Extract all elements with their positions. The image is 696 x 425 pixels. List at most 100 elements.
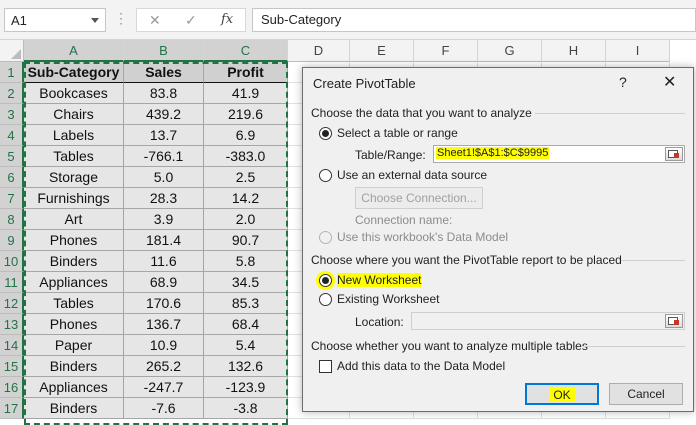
table-cell[interactable]: 219.6 <box>204 104 288 125</box>
table-cell[interactable]: 136.7 <box>124 314 204 335</box>
table-cell[interactable]: Phones <box>24 314 124 335</box>
row-header[interactable]: 2 <box>0 83 24 104</box>
table-cell[interactable]: Furnishings <box>24 188 124 209</box>
table-cell[interactable]: 5.0 <box>124 167 204 188</box>
row-header[interactable]: 5 <box>0 146 24 167</box>
insert-function-icon[interactable]: fx <box>221 12 233 27</box>
table-cell[interactable]: Paper <box>24 335 124 356</box>
close-icon[interactable]: ✕ <box>663 72 676 92</box>
table-cell[interactable]: Art <box>24 209 124 230</box>
row-header[interactable]: 9 <box>0 230 24 251</box>
table-cell[interactable]: Binders <box>24 398 124 419</box>
range-select-icon[interactable] <box>665 147 683 161</box>
column-header-d[interactable]: D <box>288 40 350 62</box>
table-range-input[interactable]: Sheet1!$A$1:$C$9995 <box>433 145 685 163</box>
select-all-corner[interactable] <box>0 40 24 62</box>
table-cell[interactable]: 90.7 <box>204 230 288 251</box>
new-worksheet-radio[interactable] <box>319 274 332 287</box>
existing-worksheet-label[interactable]: Existing Worksheet <box>337 292 440 306</box>
table-cell[interactable]: 2.0 <box>204 209 288 230</box>
add-data-model-checkbox[interactable] <box>319 360 332 373</box>
row-header[interactable]: 10 <box>0 251 24 272</box>
row-header[interactable]: 17 <box>0 398 24 419</box>
formula-input[interactable]: Sub-Category <box>252 8 696 32</box>
table-cell[interactable]: 11.6 <box>124 251 204 272</box>
column-header-b[interactable]: B <box>124 40 204 62</box>
table-cell[interactable]: -7.6 <box>124 398 204 419</box>
row-header[interactable]: 8 <box>0 209 24 230</box>
ok-button[interactable]: OK <box>525 383 599 405</box>
cancel-icon[interactable]: ✕ <box>149 12 161 29</box>
table-cell[interactable]: 3.9 <box>124 209 204 230</box>
new-worksheet-label[interactable]: New Worksheet <box>337 273 422 287</box>
table-cell[interactable]: Bookcases <box>24 83 124 104</box>
row-header[interactable]: 7 <box>0 188 24 209</box>
table-cell[interactable]: 28.3 <box>124 188 204 209</box>
help-icon[interactable]: ? <box>619 74 627 90</box>
column-header-e[interactable]: E <box>350 40 414 62</box>
table-cell[interactable]: 68.9 <box>124 272 204 293</box>
table-cell[interactable]: 5.8 <box>204 251 288 272</box>
row-header[interactable]: 16 <box>0 377 24 398</box>
name-box[interactable]: A1 <box>4 8 106 32</box>
table-cell[interactable]: -383.0 <box>204 146 288 167</box>
table-cell[interactable]: 181.4 <box>124 230 204 251</box>
table-cell[interactable]: 439.2 <box>124 104 204 125</box>
data-model-label[interactable]: Use this workbook's Data Model <box>337 230 508 244</box>
row-header[interactable]: 1 <box>0 62 24 83</box>
table-cell[interactable]: -766.1 <box>124 146 204 167</box>
column-header-i[interactable]: I <box>606 40 670 62</box>
data-model-radio[interactable] <box>319 231 332 244</box>
table-cell[interactable]: Appliances <box>24 272 124 293</box>
row-header[interactable]: 4 <box>0 125 24 146</box>
column-header-f[interactable]: F <box>414 40 478 62</box>
column-header-g[interactable]: G <box>478 40 542 62</box>
table-cell[interactable]: 170.6 <box>124 293 204 314</box>
table-cell[interactable]: 68.4 <box>204 314 288 335</box>
row-header[interactable]: 11 <box>0 272 24 293</box>
table-cell[interactable]: Storage <box>24 167 124 188</box>
external-source-label[interactable]: Use an external data source <box>337 168 487 182</box>
select-table-radio[interactable] <box>319 127 332 140</box>
table-cell[interactable]: Appliances <box>24 377 124 398</box>
table-cell[interactable]: 13.7 <box>124 125 204 146</box>
table-cell[interactable]: 83.8 <box>124 83 204 104</box>
table-cell[interactable]: Binders <box>24 251 124 272</box>
table-cell[interactable]: Binders <box>24 356 124 377</box>
table-header-cell[interactable]: Profit <box>204 62 288 83</box>
table-cell[interactable]: Tables <box>24 146 124 167</box>
external-source-radio[interactable] <box>319 169 332 182</box>
table-cell[interactable]: -247.7 <box>124 377 204 398</box>
existing-worksheet-radio[interactable] <box>319 293 332 306</box>
table-cell[interactable]: 10.9 <box>124 335 204 356</box>
drag-handle-icon[interactable]: ⋮ <box>114 10 128 27</box>
table-cell[interactable]: -3.8 <box>204 398 288 419</box>
table-cell[interactable]: 41.9 <box>204 83 288 104</box>
location-input[interactable] <box>411 312 685 330</box>
row-header[interactable]: 15 <box>0 356 24 377</box>
add-data-model-label[interactable]: Add this data to the Data Model <box>337 359 505 373</box>
enter-icon[interactable]: ✓ <box>185 12 197 29</box>
table-cell[interactable]: Chairs <box>24 104 124 125</box>
range-select-icon[interactable] <box>665 314 683 328</box>
column-header-a[interactable]: A <box>24 40 124 62</box>
row-header[interactable]: 6 <box>0 167 24 188</box>
table-cell[interactable]: Labels <box>24 125 124 146</box>
chevron-down-icon[interactable] <box>91 18 99 23</box>
choose-connection-button[interactable]: Choose Connection... <box>355 187 483 209</box>
row-header[interactable]: 14 <box>0 335 24 356</box>
row-header[interactable]: 13 <box>0 314 24 335</box>
table-header-cell[interactable]: Sub-Category <box>24 62 124 83</box>
table-cell[interactable]: 14.2 <box>204 188 288 209</box>
select-table-label[interactable]: Select a table or range <box>337 126 458 140</box>
table-cell[interactable]: 85.3 <box>204 293 288 314</box>
table-cell[interactable]: Phones <box>24 230 124 251</box>
table-cell[interactable]: -123.9 <box>204 377 288 398</box>
cancel-button[interactable]: Cancel <box>609 383 683 405</box>
table-header-cell[interactable]: Sales <box>124 62 204 83</box>
table-cell[interactable]: 6.9 <box>204 125 288 146</box>
table-cell[interactable]: Tables <box>24 293 124 314</box>
table-cell[interactable]: 265.2 <box>124 356 204 377</box>
row-header[interactable]: 12 <box>0 293 24 314</box>
column-header-h[interactable]: H <box>542 40 606 62</box>
